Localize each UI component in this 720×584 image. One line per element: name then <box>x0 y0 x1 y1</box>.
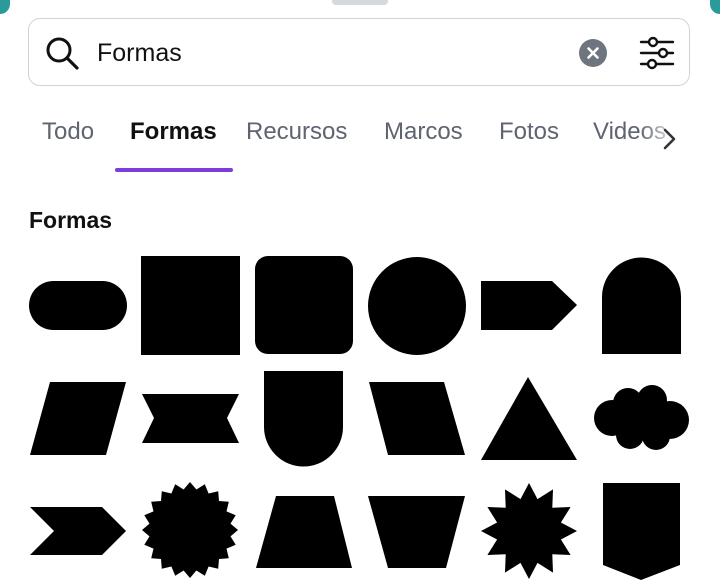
circle-shape-item[interactable] <box>368 257 466 355</box>
ribbon-banner-shape-item[interactable] <box>142 394 239 443</box>
chevron-shape-item[interactable] <box>30 507 126 555</box>
triangle-shape-item[interactable] <box>481 377 577 460</box>
badge-starburst-shape-item[interactable] <box>142 482 238 578</box>
rounded-pill-shape-item[interactable] <box>29 281 127 330</box>
star-burst-shape-item[interactable] <box>481 483 577 579</box>
shapes-grid <box>0 0 720 584</box>
arch-shape-item[interactable] <box>602 257 681 355</box>
trapezoid-shape-item[interactable] <box>256 496 352 568</box>
inverted-trapezoid-shape-item[interactable] <box>368 496 465 568</box>
cloud-shape-item[interactable] <box>594 385 689 450</box>
parallelogram-shape-item[interactable] <box>30 382 126 455</box>
pennant-shape-item[interactable] <box>603 483 680 580</box>
square-shape-item[interactable] <box>141 256 240 355</box>
arrow-pentagon-shape-item[interactable] <box>481 281 577 330</box>
u-shape-item[interactable] <box>264 371 343 467</box>
rounded-square-shape-item[interactable] <box>255 256 353 354</box>
reverse-parallelogram-shape-item[interactable] <box>369 382 465 455</box>
